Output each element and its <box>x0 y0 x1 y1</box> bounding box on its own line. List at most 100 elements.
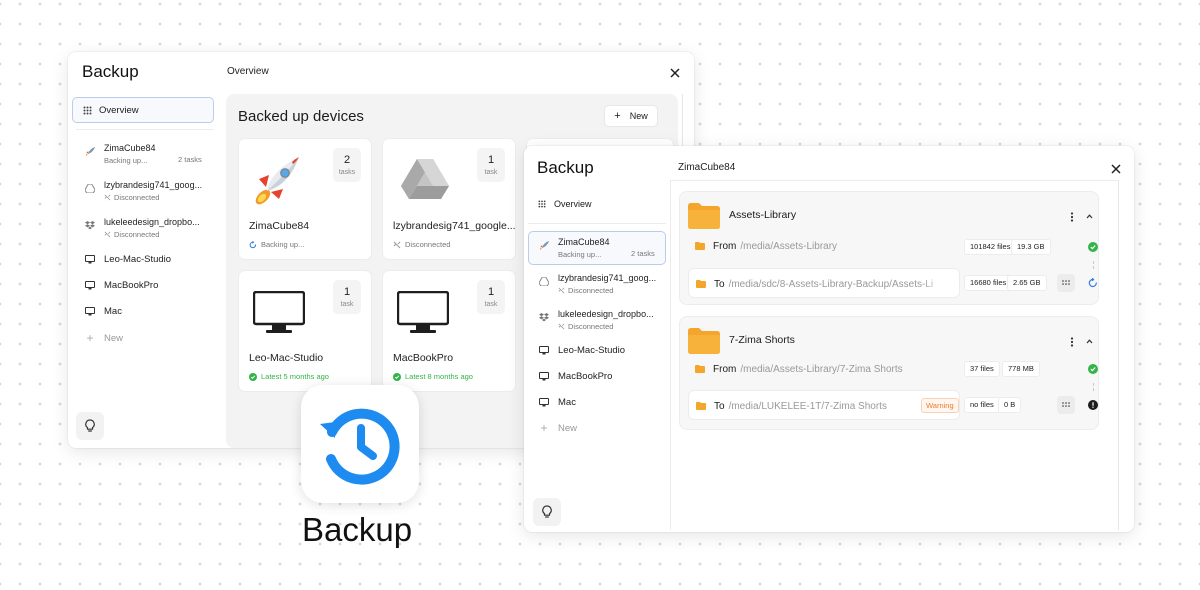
device-name: ZimaCube84 <box>249 220 310 232</box>
lightbulb-icon[interactable] <box>76 412 104 440</box>
source-path: /media/Assets-Library/7-Zima Shorts <box>740 363 903 375</box>
device-card-zimacube84[interactable]: 2 tasks ZimaCube84 Backing up... <box>238 138 372 260</box>
connector-line <box>1093 261 1094 269</box>
status-text: Backing up... <box>558 250 602 259</box>
task-name: Assets-Library <box>729 209 797 221</box>
rocket-icon <box>538 239 550 251</box>
sidebar-item-zimacube84[interactable]: ZimaCube84 Backing up... 2 tasks <box>84 143 208 165</box>
sync-icon <box>249 240 257 248</box>
device-status: Latest 8 months ago <box>393 372 473 381</box>
more-vertical-icon[interactable] <box>1070 337 1074 347</box>
sidebar-new-button[interactable]: + New <box>538 415 577 441</box>
file-count: 16680 files <box>964 275 1013 291</box>
sidebar-item-mac[interactable]: Mac <box>538 389 576 415</box>
monitor-icon <box>538 344 550 356</box>
folder-icon <box>695 242 705 250</box>
scrollbar[interactable] <box>1118 180 1124 530</box>
monitor-icon <box>538 396 550 408</box>
rocket-image <box>249 149 309 214</box>
sidebar-item-leo-mac-studio[interactable]: Leo-Mac-Studio <box>84 246 171 272</box>
backup-clock-icon <box>320 408 400 485</box>
sidebar-item-zimacube84-content: ZimaCube84 Backing up... 2 tasks <box>538 237 662 259</box>
file-count: 101842 files <box>964 239 1017 255</box>
status-text: Disconnected <box>558 322 654 331</box>
new-device-button[interactable]: + New <box>604 105 658 127</box>
folder-icon <box>688 203 720 229</box>
monitor-icon <box>84 305 96 317</box>
app-label: Backup <box>302 511 413 548</box>
nav-overview[interactable]: Overview <box>72 97 214 123</box>
plus-icon: + <box>540 421 548 435</box>
device-card-macbookpro[interactable]: 1 task MacBookPro Latest 8 months ago <box>382 270 516 392</box>
sidebar-item-google-drive[interactable]: lzybrandesig741_goog... Disconnected <box>538 273 662 295</box>
options-button[interactable] <box>1057 274 1075 292</box>
divider <box>76 129 214 130</box>
destination-path: /media/sdc/8-Assets-Library-Backup/Asset… <box>728 278 934 290</box>
monitor-icon <box>84 279 96 291</box>
task-count: 2 tasks <box>631 249 655 258</box>
close-icon[interactable] <box>670 65 684 79</box>
device-status: Latest 5 months ago <box>249 372 329 381</box>
sidebar-item-dropbox[interactable]: lukeleedesign_dropbo... Disconnected <box>538 309 662 331</box>
sidebar-item-google-drive[interactable]: lzybrandesig741_goog... Disconnected <box>84 180 208 202</box>
sidebar: Overview ZimaCube84 Backing up... 2 task… <box>524 146 670 532</box>
google-drive-logo <box>401 159 449 204</box>
grid-icon <box>538 200 546 208</box>
chevron-up-icon[interactable] <box>1086 339 1093 344</box>
sidebar-item-leo-mac-studio[interactable]: Leo-Mac-Studio <box>538 337 625 363</box>
task-name: 7-Zima Shorts <box>729 334 795 346</box>
file-size: 2.65 GB <box>1007 275 1047 291</box>
connector-line <box>1093 383 1094 391</box>
destination-row: To /media/sdc/8-Assets-Library-Backup/As… <box>688 268 960 298</box>
sidebar-item-macbookpro[interactable]: MacBookPro <box>84 272 158 298</box>
task-count: 2 tasks <box>178 155 202 164</box>
close-icon[interactable] <box>1111 161 1125 175</box>
chevron-up-icon[interactable] <box>1086 214 1093 219</box>
monitor-icon <box>84 253 96 265</box>
link-broken-icon <box>558 287 565 294</box>
monitor-icon <box>538 370 550 382</box>
sidebar-new-button[interactable]: + New <box>84 325 123 351</box>
link-broken-icon <box>393 241 401 248</box>
file-size: 0 B <box>998 397 1022 413</box>
lightbulb-icon[interactable] <box>533 498 561 526</box>
task-count-badge: 1 task <box>477 280 505 314</box>
file-count: no files <box>964 397 1000 413</box>
check-circle-icon <box>393 372 401 381</box>
device-detail-window: Backup ZimaCube84 Overview ZimaCube84 Ba… <box>524 146 1134 532</box>
nav-overview-label: Overview <box>554 199 592 209</box>
google-drive-icon <box>84 182 96 194</box>
sidebar-item-macbookpro[interactable]: MacBookPro <box>538 363 612 389</box>
source-path: /media/Assets-Library <box>740 240 838 252</box>
plus-icon: + <box>614 110 621 122</box>
monitor-image <box>252 290 306 340</box>
dropbox-icon <box>84 219 96 231</box>
link-broken-icon <box>104 231 111 238</box>
more-vertical-icon[interactable] <box>1070 212 1074 222</box>
destination-row: To /media/LUKELEE-1T/7-Zima Shorts Warni… <box>688 390 960 420</box>
file-count: 37 files <box>964 361 1000 377</box>
panel-title: Backed up devices <box>238 108 364 125</box>
sidebar-item-dropbox[interactable]: lukeleedesign_dropbo... Disconnected <box>84 217 208 239</box>
folder-icon <box>688 328 720 354</box>
alert-circle-icon <box>1088 400 1098 410</box>
nav-overview[interactable]: Overview <box>538 194 592 214</box>
device-name: Leo-Mac-Studio <box>249 352 324 364</box>
device-card-google-drive[interactable]: 1 task lzybrandesig741_google... Disconne… <box>382 138 516 260</box>
app-icon <box>301 385 419 503</box>
grid-dots-icon <box>1062 280 1070 285</box>
device-card-leo-mac-studio[interactable]: 1 task Leo-Mac-Studio Latest 5 months ago <box>238 270 372 392</box>
sidebar-item-mac[interactable]: Mac <box>84 298 122 324</box>
monitor-image <box>396 290 450 340</box>
options-button[interactable] <box>1057 396 1075 414</box>
backup-task-7-zima-shorts: 7-Zima Shorts From /media/Assets-Library… <box>679 316 1099 430</box>
task-count-badge: 1 task <box>477 148 505 182</box>
main-panel: Assets-Library From /media/Assets-Librar… <box>670 180 1118 530</box>
breadcrumb: ZimaCube84 <box>678 162 736 173</box>
device-name: MacBookPro <box>393 352 454 364</box>
sync-icon <box>1088 278 1097 288</box>
grid-icon <box>83 106 92 115</box>
device-name: lzybrandesig741_google... <box>393 220 516 232</box>
file-size: 19.3 GB <box>1011 239 1051 255</box>
divider <box>528 223 666 224</box>
